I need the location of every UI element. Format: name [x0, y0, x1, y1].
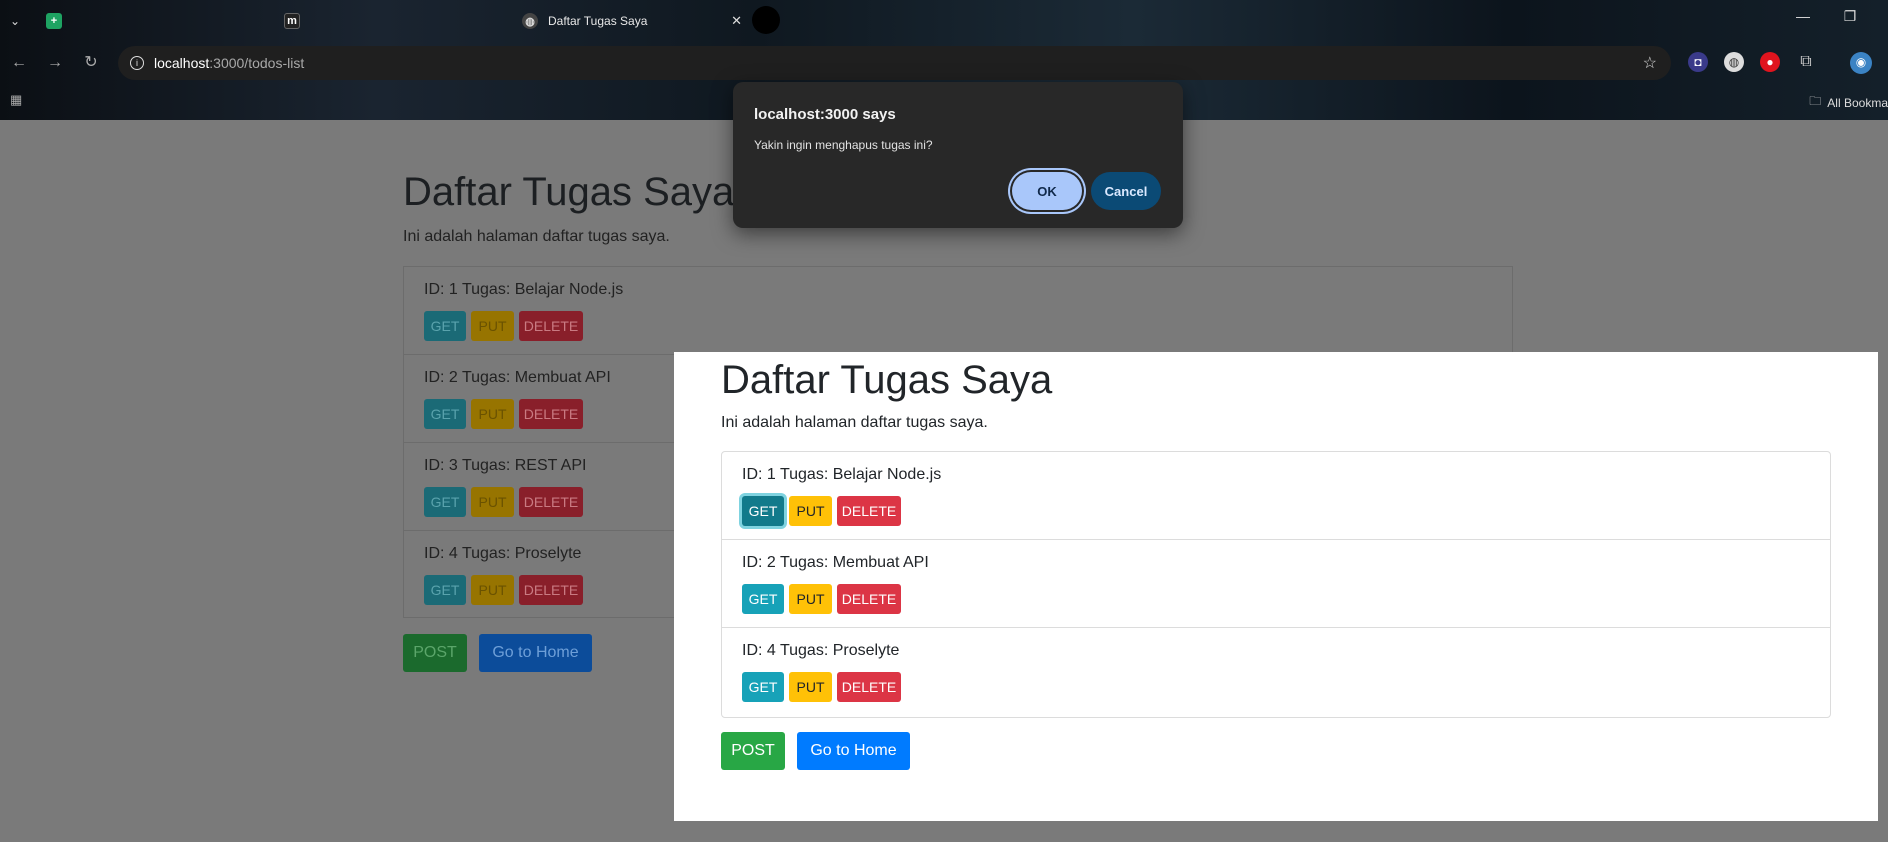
dialog-message: Yakin ingin menghapus tugas ini?	[754, 138, 933, 152]
address-bar[interactable]: i localhost :3000/todos-list ☆	[118, 46, 1671, 80]
cancel-button[interactable]: Cancel	[1091, 172, 1161, 210]
post-button: POST	[403, 634, 467, 672]
put-button: PUT	[471, 487, 514, 517]
ok-button[interactable]: OK	[1012, 172, 1082, 210]
put-button[interactable]: PUT	[789, 584, 832, 614]
bookmarks-folder[interactable]: 🗀 All Bookma	[1809, 92, 1888, 113]
page-subtitle: Ini adalah halaman daftar tugas saya.	[721, 414, 988, 431]
url-host: localhost	[154, 55, 210, 71]
get-button[interactable]: GET	[742, 672, 784, 702]
page-title: Daftar Tugas Saya	[721, 358, 1053, 402]
put-button: PUT	[471, 575, 514, 605]
go-home-button[interactable]: Go to Home	[797, 732, 910, 770]
confirm-dialog: localhost:3000 says Yakin ingin menghapu…	[733, 82, 1183, 228]
apps-grid-icon[interactable]: ▦	[10, 92, 22, 108]
tab-sheets[interactable]: +	[46, 8, 72, 34]
delete-button: DELETE	[519, 575, 583, 605]
delete-button: DELETE	[519, 487, 583, 517]
delete-button: DELETE	[519, 311, 583, 341]
put-button[interactable]: PUT	[789, 496, 832, 526]
todo-list: ID: 1 Tugas: Belajar Node.js GET PUT DEL…	[721, 451, 1831, 718]
list-item: ID: 4 Tugas: Proselyte GET PUT DELETE	[722, 628, 1830, 716]
list-item: ID: 1 Tugas: Belajar Node.js GET PUT DEL…	[722, 452, 1830, 540]
new-tab-button[interactable]	[752, 6, 780, 34]
puzzle-icon[interactable]: ⧉	[1796, 52, 1816, 72]
page-title: Daftar Tugas Saya	[403, 170, 735, 214]
avatar[interactable]: ◉	[1850, 52, 1872, 74]
delete-button[interactable]: DELETE	[837, 672, 901, 702]
globe-ext-icon[interactable]: ◍	[1724, 52, 1744, 72]
url-path: :3000/todos-list	[209, 55, 305, 71]
put-button: PUT	[471, 399, 514, 429]
item-text: ID: 4 Tugas: Proselyte	[424, 545, 582, 562]
globe-icon: ◍	[522, 13, 538, 29]
foreground-page: Daftar Tugas Saya Ini adalah halaman daf…	[674, 352, 1878, 821]
folder-icon: 🗀	[1809, 94, 1822, 108]
chevron-down-icon: ⌄	[10, 14, 21, 28]
delete-button[interactable]: DELETE	[837, 584, 901, 614]
go-home-button: Go to Home	[479, 634, 592, 672]
page-subtitle: Ini adalah halaman daftar tugas saya.	[403, 228, 670, 245]
sheets-icon: +	[46, 13, 62, 29]
delete-button[interactable]: DELETE	[837, 496, 901, 526]
close-icon[interactable]: ✕	[731, 13, 742, 29]
item-text: ID: 2 Tugas: Membuat API	[424, 369, 611, 386]
forward-icon[interactable]: →	[44, 52, 66, 74]
site-info-icon[interactable]: i	[130, 56, 144, 70]
list-item: ID: 2 Tugas: Membuat API GET PUT DELETE	[722, 540, 1830, 628]
fm-icon: m	[284, 13, 300, 29]
extension-icon-1[interactable]: ◘	[1688, 52, 1708, 72]
get-button[interactable]: GET	[742, 584, 784, 614]
get-button: GET	[424, 399, 466, 429]
put-button: PUT	[471, 311, 514, 341]
post-button[interactable]: POST	[721, 732, 785, 770]
get-button[interactable]: GET	[742, 496, 784, 526]
get-button: GET	[424, 487, 466, 517]
item-text: ID: 4 Tugas: Proselyte	[742, 642, 900, 659]
tab-active[interactable]: ◍ Daftar Tugas Saya ✕	[522, 8, 742, 34]
tab-search-menu[interactable]: ⌄	[10, 8, 20, 34]
bookmarks-label: All Bookma	[1827, 95, 1888, 110]
item-text: ID: 2 Tugas: Membuat API	[742, 554, 929, 571]
reload-icon[interactable]: ↻	[80, 52, 102, 74]
minimize-icon[interactable]: —	[1788, 8, 1818, 24]
tab-title: Daftar Tugas Saya	[548, 14, 648, 28]
item-text: ID: 1 Tugas: Belajar Node.js	[424, 281, 624, 298]
item-text: ID: 1 Tugas: Belajar Node.js	[742, 466, 942, 483]
dialog-title: localhost:3000 says	[754, 106, 896, 123]
get-button: GET	[424, 311, 466, 341]
list-item: ID: 1 Tugas: Belajar Node.js GET PUT DEL…	[404, 267, 1512, 355]
delete-button: DELETE	[519, 399, 583, 429]
restore-icon[interactable]: ❐	[1835, 8, 1865, 25]
extension-icon-3[interactable]: ●	[1760, 52, 1780, 72]
back-icon[interactable]: ←	[8, 52, 30, 74]
item-text: ID: 3 Tugas: REST API	[424, 457, 587, 474]
star-icon[interactable]: ☆	[1643, 53, 1657, 73]
tab-fm[interactable]: m	[284, 8, 310, 34]
get-button: GET	[424, 575, 466, 605]
put-button[interactable]: PUT	[789, 672, 832, 702]
tab-bar: ⌄ + m ◍ Daftar Tugas Saya ✕ — ❐	[0, 0, 1888, 40]
